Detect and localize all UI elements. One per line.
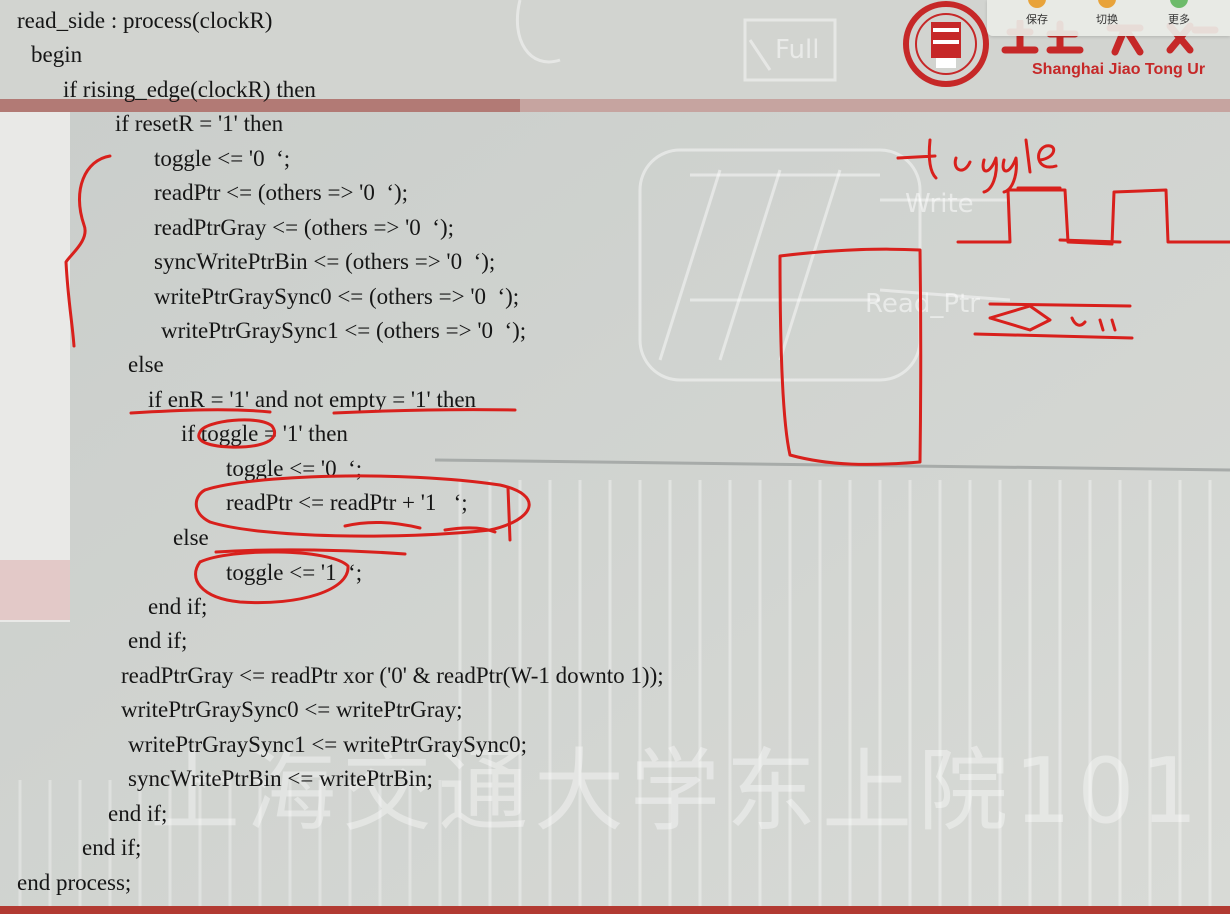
switch-label: 切换: [1096, 13, 1118, 26]
more-label: 更多: [1168, 13, 1190, 26]
code-line: if toggle = '1' then: [181, 421, 348, 446]
code-line: writePtrGraySync0 <= (others => '0 ‘);: [154, 284, 520, 309]
code-line: syncWritePtrBin <= writePtrBin;: [128, 766, 433, 791]
code-line: begin: [31, 42, 83, 67]
code-line: end if;: [128, 628, 188, 653]
more-button[interactable]: 更多: [1149, 0, 1209, 36]
code-line: toggle <= '1 ‘;: [226, 560, 363, 585]
switch-icon: [1098, 0, 1116, 8]
code-line: read_side : process(clockR): [17, 8, 273, 33]
code-line: end if;: [82, 835, 142, 860]
code-line: end process;: [17, 870, 132, 895]
code-line: end if;: [148, 594, 208, 619]
switch-button[interactable]: 切换: [1077, 0, 1137, 36]
code-line: if rising_edge(clockR) then: [63, 77, 316, 102]
code-line: toggle <= '0 ‘;: [226, 456, 363, 481]
code-line: readPtr <= readPtr + '1 ‘;: [226, 490, 468, 515]
svg-text:Read_Ptr: Read_Ptr: [865, 289, 980, 319]
save-label: 保存: [1026, 13, 1048, 26]
svg-text:Write: Write: [905, 189, 974, 219]
code-line: readPtr <= (others => '0 ‘);: [154, 180, 409, 205]
university-name-text: Shanghai Jiao Tong Ur: [1032, 61, 1206, 78]
svg-text:Full: Full: [775, 35, 819, 65]
code-line: writePtrGraySync1 <= writePtrGraySync0;: [128, 732, 527, 757]
lecture-slide-frame: Full Write Read_Ptr Shanghai Jiao Tong U…: [0, 0, 1230, 914]
code-line: if resetR = '1' then: [115, 111, 284, 136]
code-line: else: [128, 352, 164, 377]
more-icon: [1170, 0, 1188, 8]
save-icon: [1028, 0, 1046, 8]
code-line: end if;: [108, 801, 168, 826]
video-toolbar: 保存 切换 更多: [987, 0, 1230, 36]
code-line: readPtrGray <= readPtr xor ('0' & readPt…: [121, 663, 664, 688]
code-line: if enR = '1' and not empty = '1' then: [148, 387, 477, 412]
bottom-red-bar: [0, 906, 1230, 914]
sjtu-seal-icon: [903, 1, 989, 87]
code-line: readPtrGray <= (others => '0 ‘);: [154, 215, 454, 240]
save-button[interactable]: 保存: [1007, 0, 1067, 36]
code-line: writePtrGraySync1 <= (others => '0 ‘);: [161, 318, 527, 343]
code-line: syncWritePtrBin <= (others => '0 ‘);: [154, 249, 496, 274]
code-line: else: [173, 525, 209, 550]
code-line: toggle <= '0 ‘;: [154, 146, 291, 171]
code-line: writePtrGraySync0 <= writePtrGray;: [121, 697, 463, 722]
